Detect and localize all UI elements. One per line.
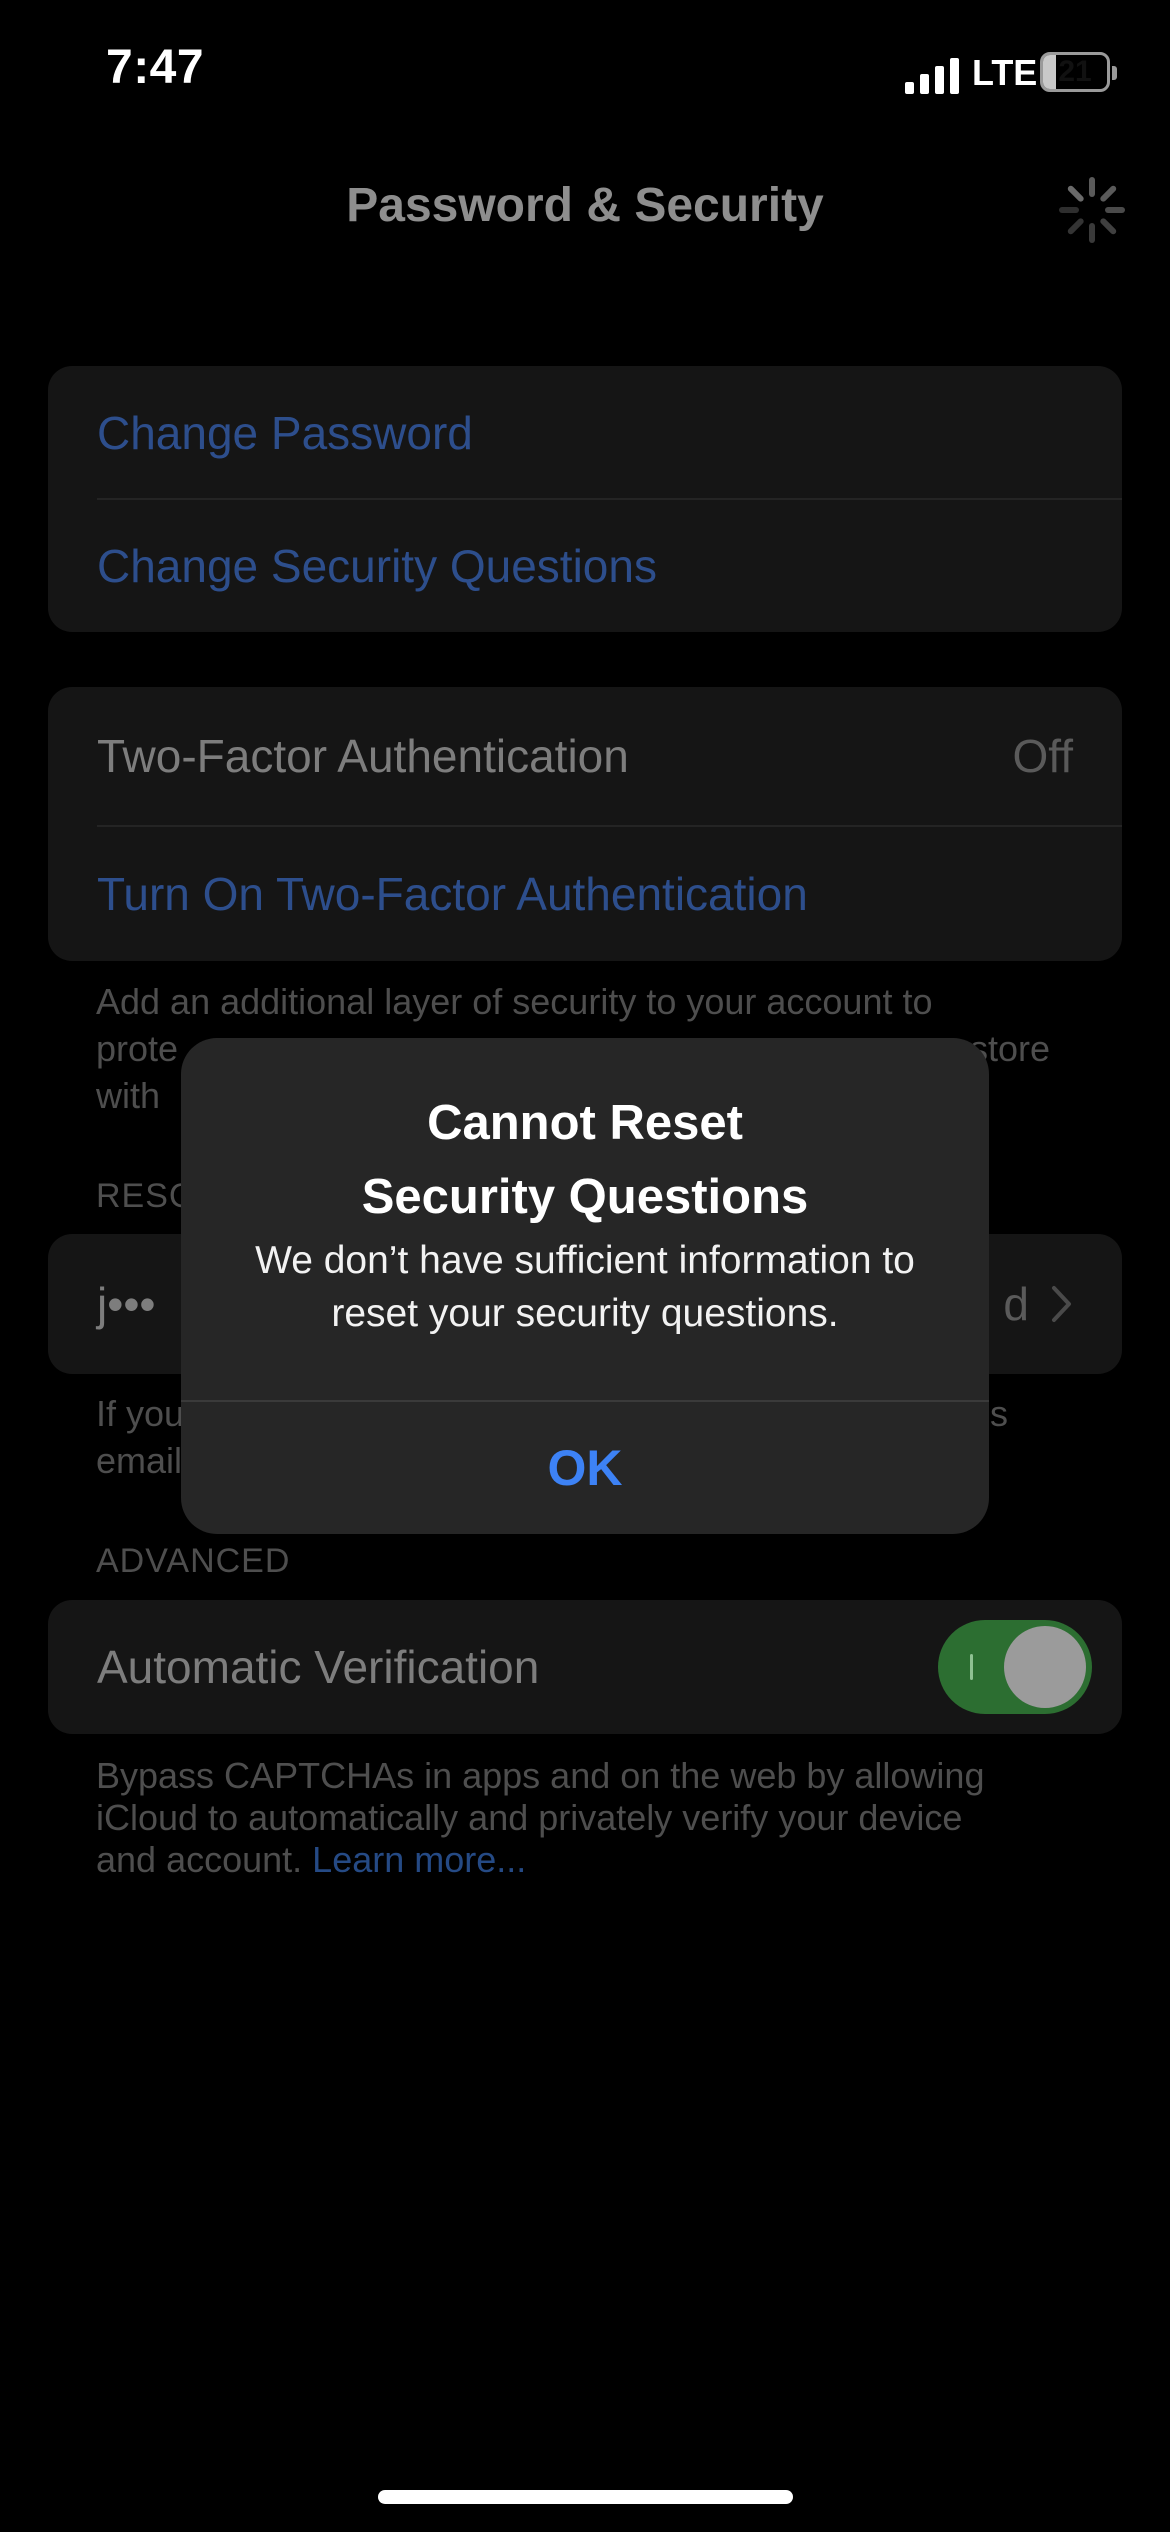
change-password-label: Change Password — [97, 406, 473, 459]
change-password-button[interactable]: Change Password — [48, 366, 1122, 499]
page-title: Password & Security — [346, 179, 824, 232]
turn-on-two-factor-button[interactable]: Turn On Two-Factor Authentication — [48, 827, 1122, 961]
rescue-section-header: RESC — [96, 1177, 195, 1215]
advanced-footer-line3: and account. Learn more... — [96, 1839, 1096, 1881]
alert-message: We don’t have sufficient information to … — [211, 1234, 959, 1340]
change-security-questions-label: Change Security Questions — [97, 540, 657, 592]
turn-on-two-factor-label: Turn On Two-Factor Authentication — [97, 868, 808, 920]
status-time: 7:47 — [106, 41, 205, 94]
rescue-email-start: j••• — [97, 1278, 156, 1330]
automatic-verification-label: Automatic Verification — [97, 1641, 540, 1693]
rescue-footer-line1-end: s — [990, 1393, 1008, 1434]
account-options-group: Change Password Change Security Question… — [48, 366, 1122, 632]
alert-title-line1: Cannot Reset — [427, 1096, 743, 1150]
alert-message-line2: reset your security questions. — [331, 1292, 839, 1335]
two-factor-row: Two-Factor Authentication Off — [48, 687, 1122, 825]
advanced-footer-line1: Bypass CAPTCHAs in apps and on the web b… — [96, 1755, 985, 1796]
two-factor-footer-line2-start: prote — [96, 1028, 179, 1069]
two-factor-footer-line1: Add an additional layer of security to y… — [96, 981, 933, 1022]
network-type: LTE — [972, 52, 1038, 93]
two-factor-group: Two-Factor Authentication Off Turn On Tw… — [48, 687, 1122, 961]
home-indicator[interactable] — [378, 2490, 793, 2504]
battery-level: 21 — [1058, 55, 1092, 88]
learn-more-link[interactable]: Learn more... — [312, 1839, 526, 1880]
cellular-signal-icon — [905, 58, 959, 94]
advanced-section-header: ADVANCED — [96, 1542, 291, 1580]
rescue-email-end: d — [1003, 1278, 1029, 1330]
change-security-questions-button[interactable]: Change Security Questions — [48, 500, 1122, 632]
automatic-verification-toggle[interactable] — [938, 1620, 1092, 1714]
spinner-icon — [1059, 177, 1125, 243]
toggle-knob — [1004, 1626, 1086, 1708]
toggle-on-mark — [970, 1654, 973, 1680]
battery-icon: 21 — [1040, 52, 1110, 92]
alert-title: Cannot Reset Security Questions — [211, 1086, 959, 1234]
chevron-right-icon — [1052, 1286, 1071, 1322]
alert-message-line1: We don’t have sufficient information to — [255, 1239, 915, 1282]
advanced-footer-line3-text: and account. — [96, 1839, 303, 1880]
two-factor-label: Two-Factor Authentication — [97, 730, 629, 782]
two-factor-footer-line3: with — [96, 1075, 161, 1116]
two-factor-status: Off — [1012, 730, 1073, 782]
advanced-footer-line2: iCloud to automatically and privately ve… — [96, 1797, 963, 1838]
alert-ok-button[interactable]: OK — [181, 1402, 989, 1534]
battery-tip — [1112, 66, 1117, 80]
alert-title-line2: Security Questions — [361, 1170, 809, 1224]
alert-dialog: Cannot Reset Security Questions We don’t… — [181, 1038, 989, 1534]
